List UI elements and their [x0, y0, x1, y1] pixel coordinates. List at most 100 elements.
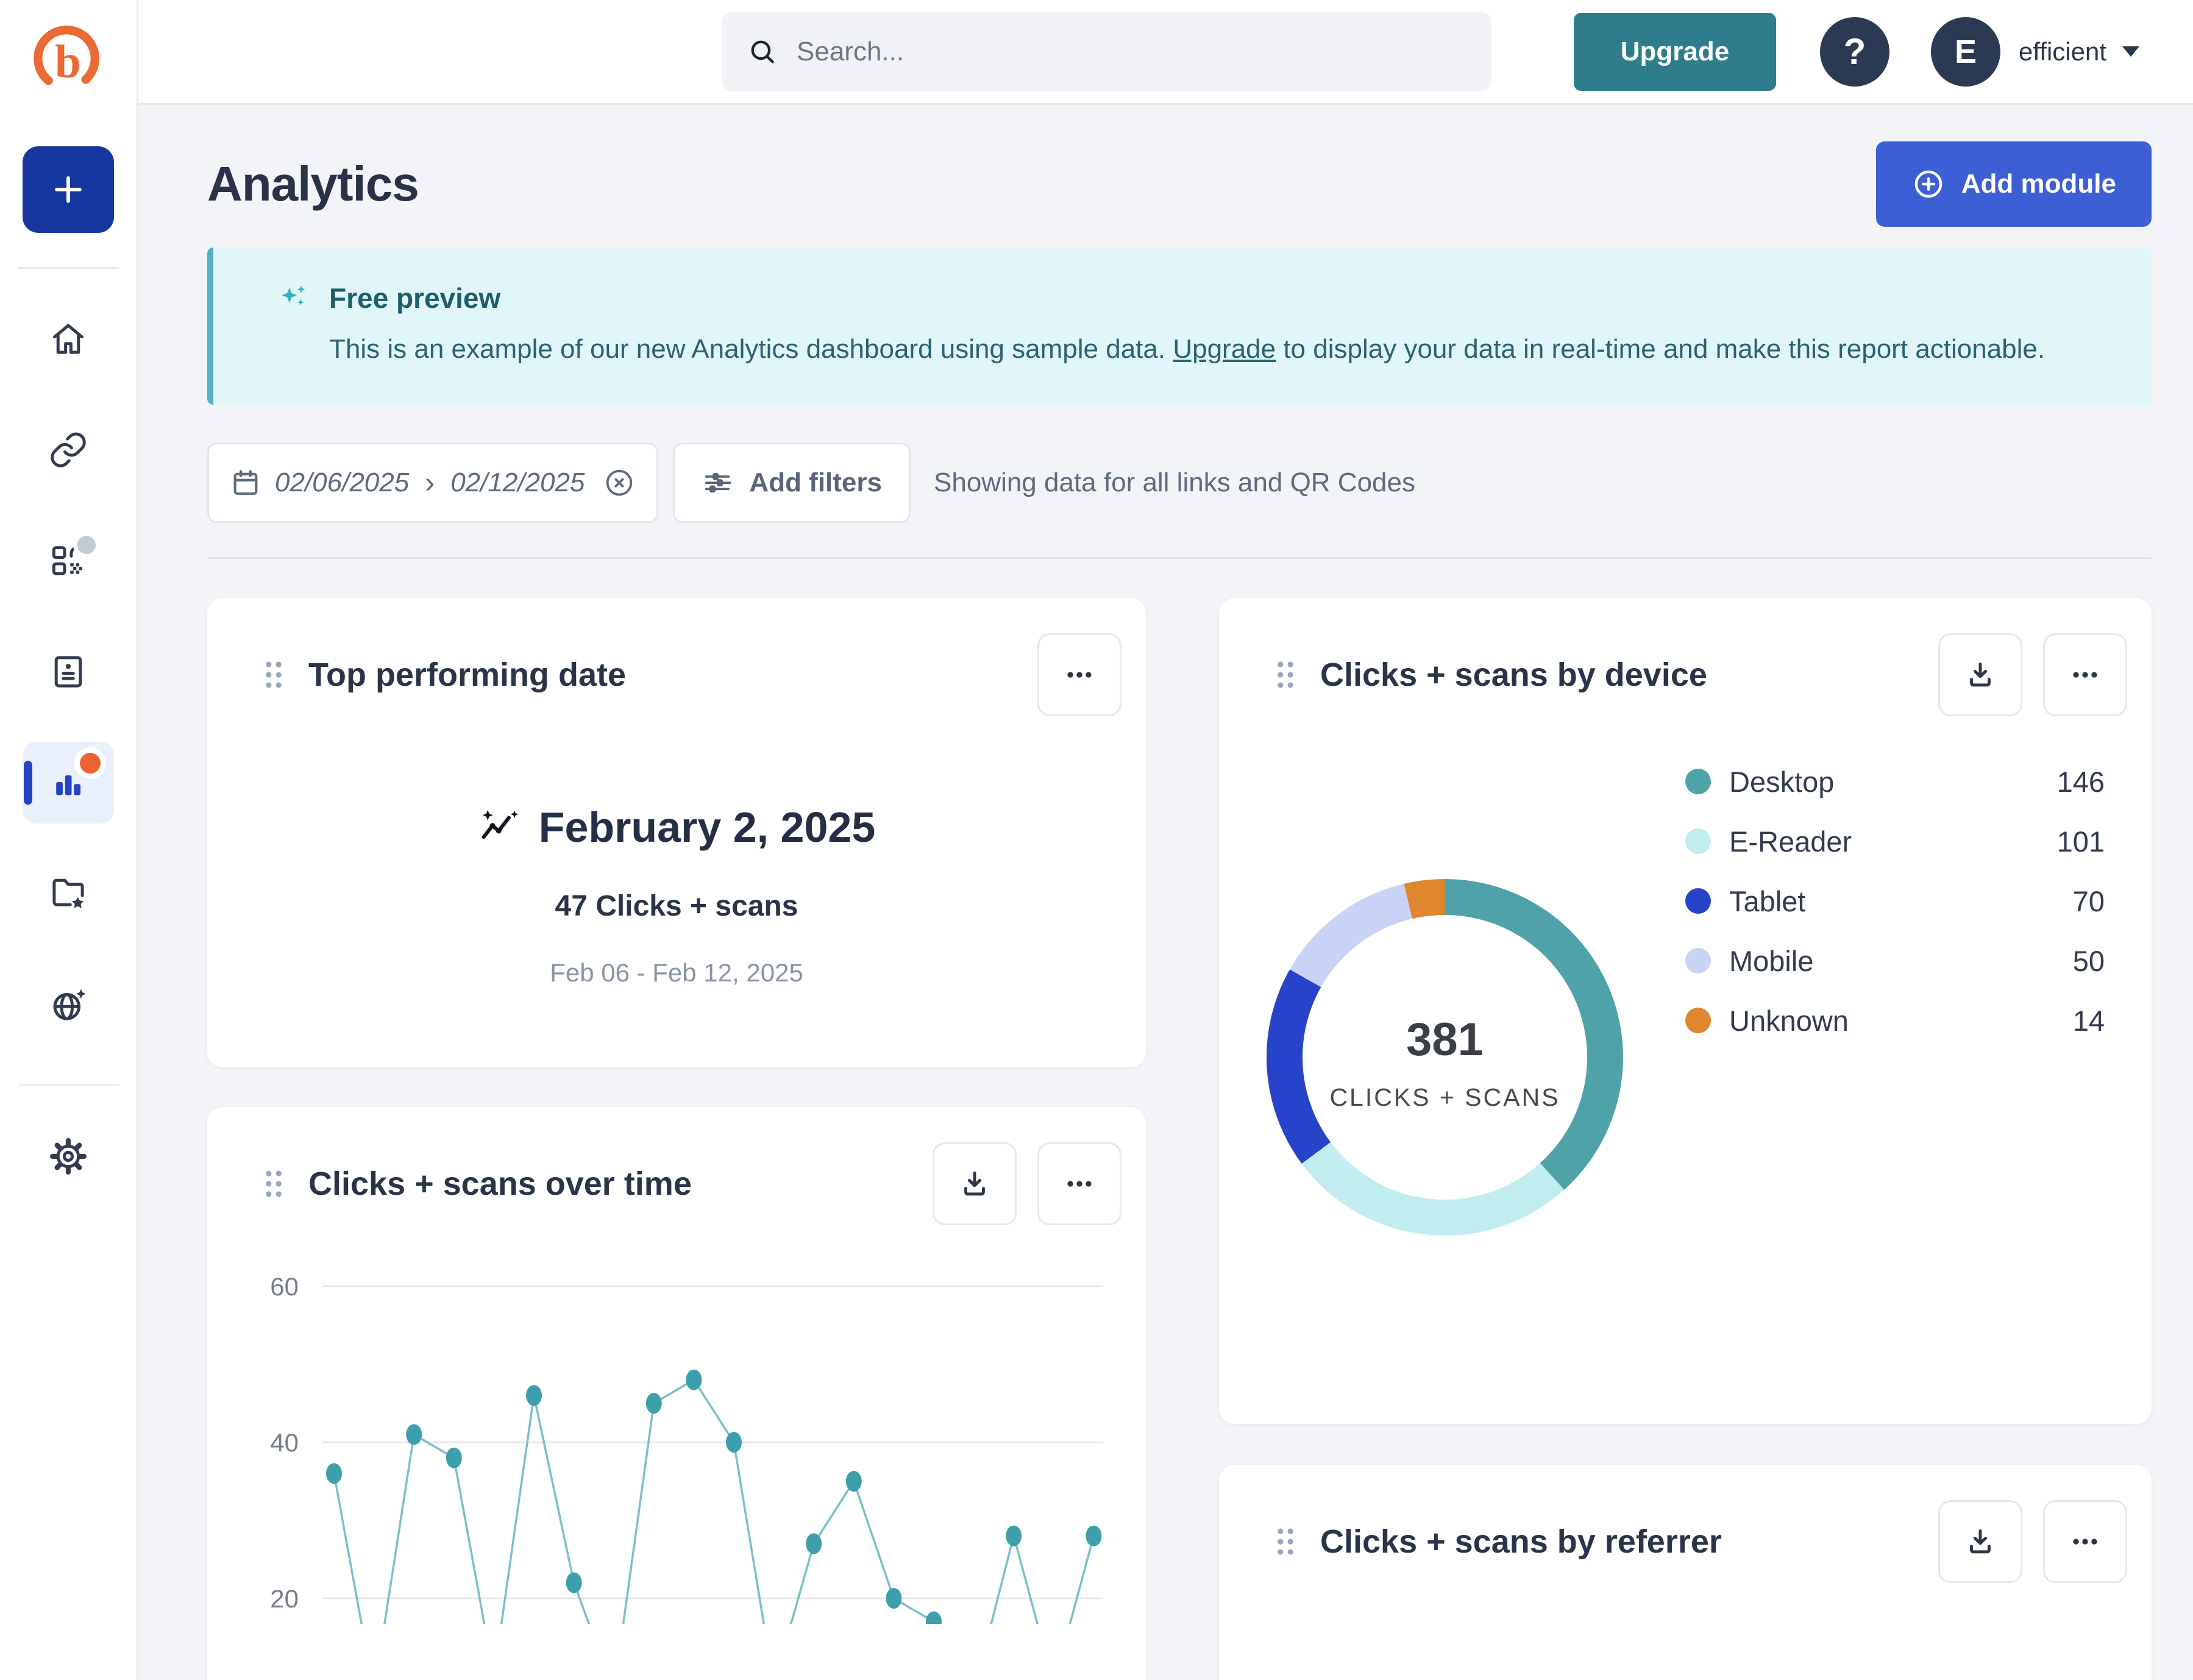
content-divider	[207, 557, 2152, 559]
svg-text:20: 20	[270, 1584, 299, 1613]
drag-handle-icon[interactable]	[256, 1166, 291, 1201]
legend-label: Mobile	[1729, 944, 1813, 978]
card-title: Clicks + scans by referrer	[1320, 1523, 1722, 1561]
donut-total: 381	[1406, 1013, 1484, 1066]
page-title: Analytics	[207, 156, 419, 212]
top-date-value: February 2, 2025	[539, 803, 876, 852]
line-chart: 604020	[207, 1230, 1146, 1624]
add-filters-label: Add filters	[749, 468, 882, 498]
filter-scope-text: Showing data for all links and QR Codes	[934, 468, 1415, 498]
bitly-analytics-app: b	[0, 0, 2193, 1680]
account-menu-caret-icon[interactable]	[2122, 46, 2139, 57]
modules-column-right: Clicks + scans by device	[1219, 598, 2152, 1680]
date-end: 02/12/2025	[450, 468, 585, 498]
sidebar-item-campaigns[interactable]	[23, 853, 114, 934]
plus-icon	[47, 168, 90, 211]
download-icon	[1963, 1525, 1997, 1559]
trend-sparkle-icon	[478, 805, 522, 849]
create-new-button[interactable]	[23, 146, 114, 233]
sparkles-icon	[277, 283, 312, 318]
svg-text:b: b	[55, 35, 81, 88]
search-box[interactable]	[722, 12, 1491, 91]
card-menu-button[interactable]	[2043, 633, 2127, 716]
card-actions	[1938, 633, 2127, 716]
topbar: Upgrade ? E efficient	[138, 0, 2193, 105]
drag-handle-icon[interactable]	[256, 657, 291, 692]
upgrade-link[interactable]: Upgrade	[1173, 334, 1276, 364]
legend-value: 101	[2057, 825, 2105, 858]
pages-icon	[48, 652, 88, 692]
card-body: February 2, 2025 47 Clicks + scans Feb 0…	[207, 716, 1146, 988]
sidebar-item-pages[interactable]	[23, 631, 114, 713]
bitly-logo[interactable]: b	[28, 13, 108, 99]
sliders-icon	[702, 467, 733, 499]
sidebar-item-custom-domains[interactable]	[23, 964, 114, 1045]
clear-date-icon[interactable]	[603, 466, 636, 499]
legend-dot-mobile	[1685, 948, 1711, 973]
legend-label: Unknown	[1729, 1004, 1849, 1038]
download-button[interactable]	[933, 1142, 1017, 1225]
bitly-logo-icon: b	[28, 16, 108, 96]
card-actions	[1938, 1500, 2127, 1583]
question-mark-icon: ?	[1844, 30, 1866, 73]
sidebar-item-links[interactable]	[23, 409, 114, 491]
globe-sparkle-icon	[48, 984, 88, 1025]
filter-row: 02/06/2025 › 02/12/2025	[207, 443, 2152, 523]
sidebar-item-settings[interactable]	[23, 1116, 114, 1197]
drag-handle-icon[interactable]	[1268, 657, 1303, 692]
account-name: efficient	[2019, 37, 2106, 66]
content-area: Analytics Add module	[138, 105, 2193, 1680]
add-module-button[interactable]: Add module	[1876, 141, 2152, 227]
home-icon	[48, 319, 88, 359]
download-button[interactable]	[1938, 633, 2022, 716]
page-header-row: Analytics Add module	[207, 141, 2152, 227]
sidebar: b	[0, 0, 138, 1680]
card-header: Top performing date	[207, 598, 1146, 716]
donut-total-label: CLICKS + SCANS	[1329, 1083, 1560, 1112]
date-range-picker[interactable]: 02/06/2025 › 02/12/2025	[207, 443, 658, 523]
sidebar-item-qr-codes[interactable]	[23, 520, 114, 602]
card-clicks-by-referrer: Clicks + scans by referrer	[1219, 1465, 2152, 1680]
folder-star-icon	[48, 874, 88, 914]
calendar-icon	[230, 467, 261, 499]
card-menu-button[interactable]	[1037, 1142, 1121, 1225]
donut-center: 381 CLICKS + SCANS	[1267, 884, 1623, 1240]
legend-value: 14	[2073, 1004, 2105, 1038]
sidebar-item-home[interactable]	[23, 298, 114, 380]
card-header: Clicks + scans by referrer	[1219, 1465, 2152, 1583]
card-menu-button[interactable]	[1037, 633, 1121, 716]
card-title: Top performing date	[308, 656, 626, 694]
drag-handle-icon[interactable]	[1268, 1524, 1303, 1559]
download-icon	[958, 1167, 992, 1201]
card-top-performing-date: Top performing date	[207, 598, 1146, 1067]
card-title: Clicks + scans over time	[308, 1165, 692, 1203]
ellipsis-icon	[2068, 1525, 2102, 1559]
banner-body-end: to display your data in real-time and ma…	[1276, 334, 2045, 364]
gear-icon	[48, 1136, 88, 1176]
download-button[interactable]	[1938, 1500, 2022, 1583]
plus-circle-icon	[1911, 167, 1946, 201]
card-header: Clicks + scans by device	[1219, 598, 2152, 716]
upgrade-button[interactable]: Upgrade	[1574, 13, 1776, 91]
card-menu-button[interactable]	[2043, 1500, 2127, 1583]
date-start: 02/06/2025	[275, 468, 409, 498]
top-date-row: February 2, 2025	[478, 803, 876, 852]
ellipsis-icon	[2068, 658, 2102, 692]
modules-grid: Top performing date	[207, 598, 2152, 1680]
sidebar-bottom-divider	[18, 1084, 119, 1086]
legend-row: E-Reader 101	[1685, 811, 2105, 871]
legend-row: Unknown 14	[1685, 991, 2105, 1050]
qr-codes-badge	[77, 536, 96, 554]
avatar[interactable]: E	[1931, 17, 2000, 87]
add-filters-button[interactable]: Add filters	[673, 443, 911, 523]
legend-dot-unknown	[1685, 1008, 1711, 1033]
legend-row: Mobile 50	[1685, 931, 2105, 991]
ellipsis-icon	[1062, 658, 1096, 692]
sidebar-items	[0, 269, 137, 1045]
chevron-right-icon: ›	[425, 466, 435, 500]
search-input[interactable]	[797, 37, 1467, 67]
legend-row: Desktop 146	[1685, 752, 2105, 811]
card-clicks-by-device: Clicks + scans by device	[1219, 598, 2152, 1424]
sidebar-item-analytics[interactable]	[23, 742, 114, 824]
help-button[interactable]: ?	[1820, 17, 1889, 87]
